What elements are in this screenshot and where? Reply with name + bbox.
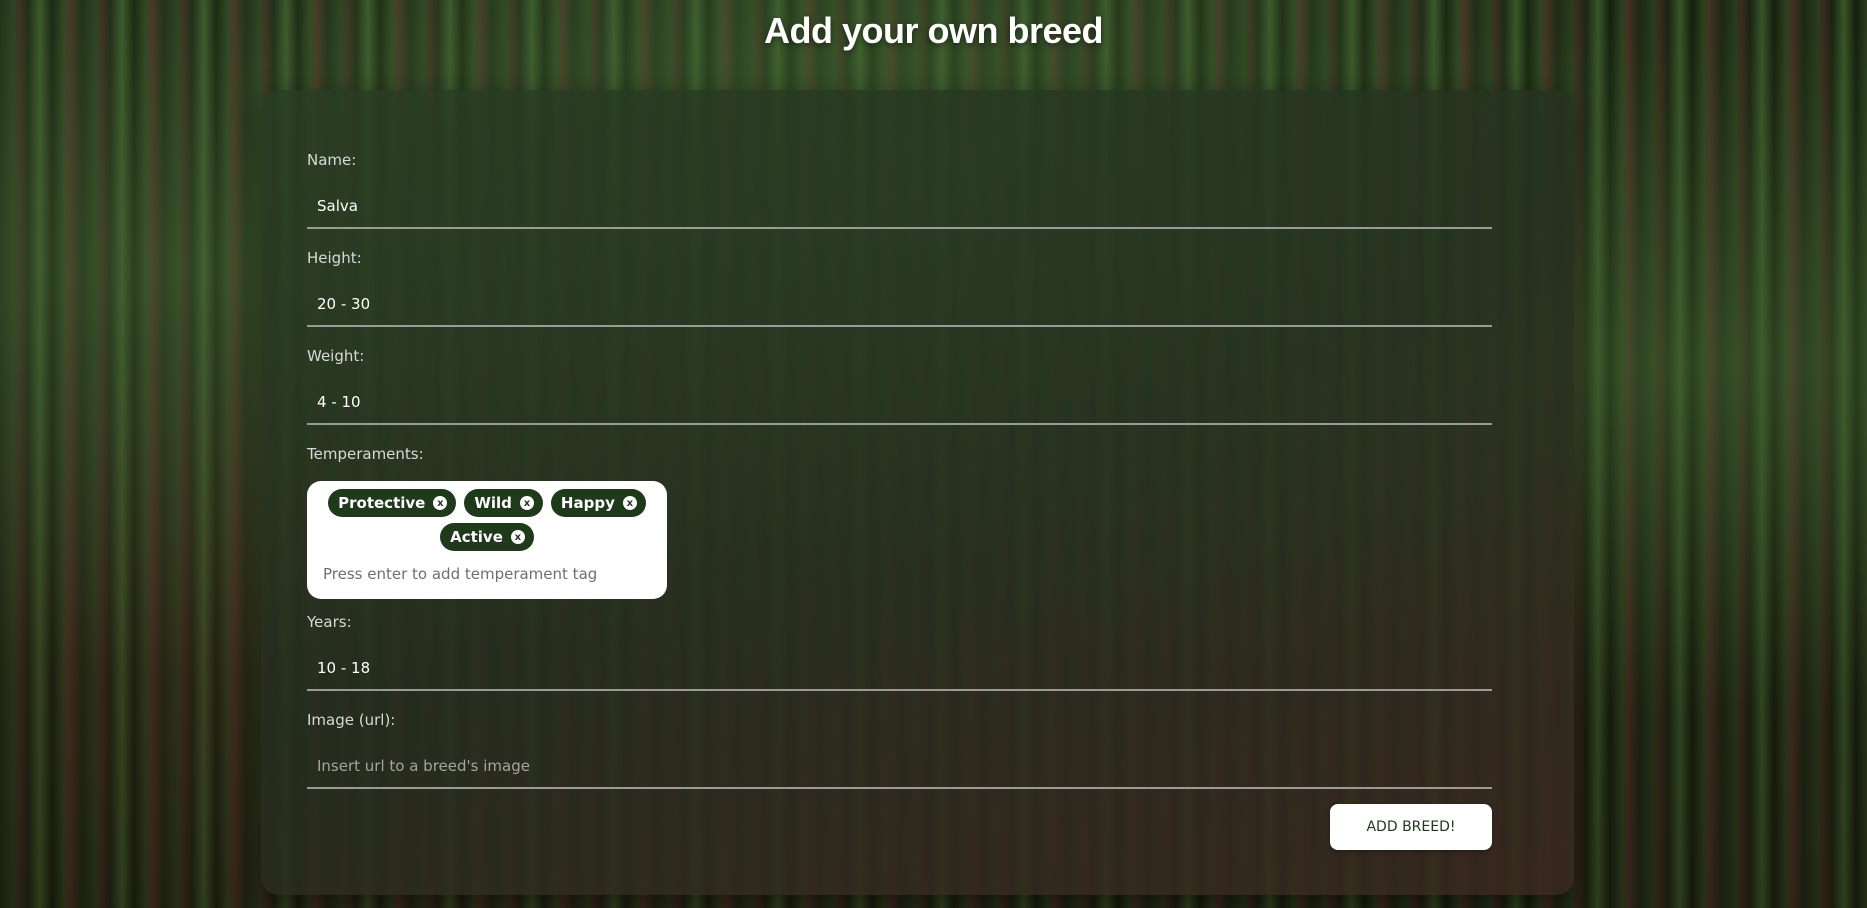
weight-input[interactable] — [307, 381, 1492, 425]
temperaments-label: Temperaments: — [307, 445, 424, 463]
height-label: Height: — [307, 249, 362, 267]
tag-label: Happy — [560, 494, 615, 512]
add-breed-form: Name: Height: Weight: Temperaments: Prot… — [261, 90, 1574, 895]
temperament-tag-list: Protective x Wild x Happy x Active x — [317, 489, 657, 551]
image-url-label: Image (url): — [307, 711, 396, 729]
add-breed-button[interactable]: ADD BREED! — [1330, 804, 1492, 850]
temperament-tag: Active x — [440, 523, 534, 551]
remove-tag-icon[interactable]: x — [519, 496, 534, 510]
weight-label: Weight: — [307, 347, 365, 365]
image-url-input[interactable] — [307, 745, 1492, 789]
page-title: Add your own breed — [763, 10, 1104, 51]
temperament-input[interactable] — [317, 561, 659, 587]
temperament-tag: Wild x — [464, 489, 543, 517]
name-input[interactable] — [307, 185, 1492, 229]
tag-label: Wild — [474, 494, 512, 512]
tag-label: Active — [450, 528, 503, 546]
remove-tag-icon[interactable]: x — [510, 530, 525, 544]
temperament-tag-box[interactable]: Protective x Wild x Happy x Active x — [307, 481, 667, 599]
temperament-tag: Protective x — [328, 489, 457, 517]
height-input[interactable] — [307, 283, 1492, 327]
remove-tag-icon[interactable]: x — [433, 496, 448, 510]
years-input[interactable] — [307, 647, 1492, 691]
name-label: Name: — [307, 151, 357, 169]
temperament-tag: Happy x — [550, 489, 646, 517]
years-label: Years: — [307, 613, 352, 631]
remove-tag-icon[interactable]: x — [622, 496, 637, 510]
tag-label: Protective — [338, 494, 426, 512]
